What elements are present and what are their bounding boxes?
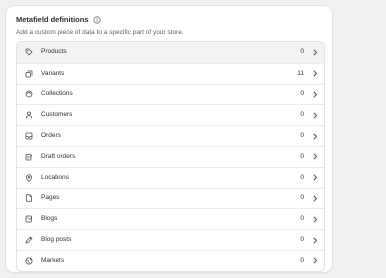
list-item-count: 11 [297,69,304,77]
list-item-count: 0 [300,152,304,160]
section-subtitle: Add a custom piece of data to a specific… [16,29,184,36]
list-item-orders[interactable]: Orders 0 [17,125,324,146]
tag-icon [25,48,33,56]
list-item-label: Collections [41,90,73,98]
location-icon [25,174,33,182]
chevron-right-icon [312,195,318,202]
list-item-count: 0 [300,236,304,244]
chevron-right-icon [312,112,318,119]
list-item-label: Locations [41,173,69,181]
list-item-variants[interactable]: Variants 11 [17,62,324,84]
list-item-count: 0 [300,173,304,181]
definitions-list: Products 0 Variants 11 Collections 0 Cus… [16,41,325,272]
globe-icon [25,257,33,265]
blog-icon [25,215,33,223]
page-icon [25,194,33,203]
chevron-right-icon [312,257,318,264]
metafield-definitions-card: Metafield definitions Add a custom piece… [6,6,332,272]
list-item-locations[interactable]: Locations 0 [17,166,324,188]
list-item-count: 0 [300,111,304,119]
section-title: Metafield definitions [16,15,89,24]
draft-order-icon [25,153,33,161]
list-item-label: Markets [41,256,65,264]
list-item-label: Blog posts [41,236,72,244]
list-item-customers[interactable]: Customers 0 [17,104,324,125]
chevron-right-icon [312,49,318,56]
list-item-label: Orders [41,132,61,140]
list-item-markets[interactable]: Markets 0 [17,249,324,271]
list-item-blog-posts[interactable]: Blog posts 0 [17,229,324,250]
list-item-count: 0 [300,194,304,202]
list-item-count: 0 [300,48,304,56]
list-item-label: Blogs [41,215,58,223]
chevron-right-icon [312,91,318,98]
chevron-right-icon [312,153,318,160]
chevron-right-icon [312,70,318,77]
list-item-label: Products [41,48,67,56]
list-item-pages[interactable]: Pages 0 [17,187,324,209]
chevron-right-icon [312,216,318,223]
list-item-label: Customers [41,111,73,119]
list-item-count: 0 [300,132,304,140]
pencil-icon [25,236,33,244]
chevron-right-icon [312,174,318,181]
list-item-draft-orders[interactable]: Draft orders 0 [17,145,324,167]
person-icon [25,111,33,119]
chevron-right-icon [312,237,318,244]
collection-icon [25,90,33,98]
list-item-label: Pages [41,194,60,202]
list-item-blogs[interactable]: Blogs 0 [17,208,324,229]
list-item-products[interactable]: Products 0 [17,42,324,63]
chevron-right-icon [312,133,318,140]
inbox-icon [25,132,33,140]
list-item-label: Variants [41,69,65,77]
list-item-collections[interactable]: Collections 0 [17,83,324,105]
info-icon[interactable] [92,16,101,24]
list-item-label: Draft orders [41,152,76,160]
heading-row: Metafield definitions [16,14,101,26]
list-item-count: 0 [300,90,304,98]
list-item-count: 0 [300,215,304,223]
variants-icon [25,70,33,78]
list-item-count: 0 [300,256,304,264]
